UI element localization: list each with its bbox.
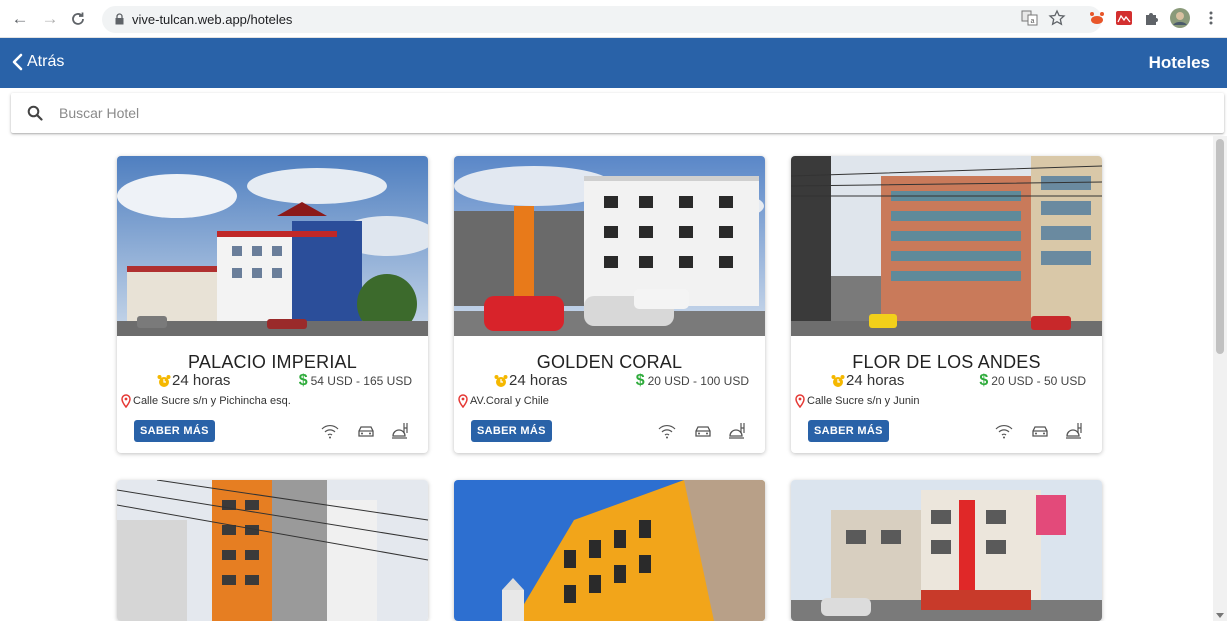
location-pin-icon xyxy=(795,394,805,408)
room-service-icon xyxy=(1066,423,1082,439)
wifi-icon xyxy=(995,425,1013,439)
price-text: 20 USD - 100 USD xyxy=(647,374,749,388)
hotel-address: Calle Sucre s/n y Junin xyxy=(795,394,920,408)
alarm-clock-icon xyxy=(494,374,508,387)
hotel-photo[interactable] xyxy=(117,480,428,621)
hotel-hours: 24 horas xyxy=(831,372,904,389)
alarm-clock-icon xyxy=(157,374,171,387)
hotel-name: GOLDEN CORAL xyxy=(536,352,683,372)
hotel-card[interactable] xyxy=(454,480,765,621)
price-text: 54 USD - 165 USD xyxy=(310,374,412,388)
hotel-photo[interactable] xyxy=(791,480,1102,621)
dollar-icon: $ xyxy=(635,372,645,389)
location-pin-icon xyxy=(121,394,131,408)
hotel-card[interactable] xyxy=(791,480,1102,621)
hotel-name: PALACIO IMPERIAL xyxy=(188,352,357,372)
hotel-price: $ 20 USD - 50 USD xyxy=(979,372,1086,390)
app-header: Atrás Hoteles xyxy=(0,38,1227,88)
hotel-price: $ 54 USD - 165 USD xyxy=(299,372,412,390)
wifi-icon xyxy=(321,425,339,439)
extension-crab-icon[interactable] xyxy=(1088,9,1106,27)
car-icon xyxy=(1032,426,1048,437)
svg-text:a: a xyxy=(1031,18,1035,25)
search-input[interactable] xyxy=(59,101,959,125)
dollar-icon: $ xyxy=(298,372,308,389)
back-label: Atrás xyxy=(27,53,65,70)
hotel-hours: 24 horas xyxy=(494,372,567,389)
address-text: AV.Coral y Chile xyxy=(470,395,549,407)
hotel-card[interactable]: FLOR DE LOS ANDES 24 horas $ 20 USD - 50… xyxy=(791,156,1102,453)
hotel-address: AV.Coral y Chile xyxy=(458,394,549,408)
profile-avatar-icon[interactable] xyxy=(1170,8,1190,28)
scrollbar[interactable] xyxy=(1213,136,1227,621)
back-arrow-icon[interactable]: ← xyxy=(10,9,30,29)
hotel-hours: 24 horas xyxy=(157,372,230,389)
hotel-photo[interactable] xyxy=(117,156,428,336)
hotel-photo[interactable] xyxy=(454,156,765,336)
hotel-card[interactable]: PALACIO IMPERIAL 24 horas $ 54 USD - 165… xyxy=(117,156,428,453)
menu-dots-icon[interactable] xyxy=(1202,9,1220,27)
room-service-icon xyxy=(392,423,408,439)
address-text: Calle Sucre s/n y Pichincha esq. xyxy=(133,395,291,407)
car-icon xyxy=(695,426,711,437)
hours-text: 24 horas xyxy=(172,372,231,389)
forward-arrow-icon[interactable]: → xyxy=(40,9,60,29)
alarm-clock-icon xyxy=(831,374,845,387)
dollar-icon: $ xyxy=(979,372,989,389)
search-icon[interactable] xyxy=(27,105,43,121)
scroll-down-arrow-icon[interactable] xyxy=(1216,613,1224,618)
reload-icon[interactable] xyxy=(68,9,88,29)
room-service-icon xyxy=(729,423,745,439)
address-bar[interactable]: vive-tulcan.web.app/hoteles xyxy=(102,6,1102,33)
hotel-name: FLOR DE LOS ANDES xyxy=(852,352,1041,372)
hotel-address: Calle Sucre s/n y Pichincha esq. xyxy=(121,394,291,408)
hotel-price: $ 20 USD - 100 USD xyxy=(636,372,749,390)
back-button[interactable]: Atrás xyxy=(12,53,64,71)
hours-text: 24 horas xyxy=(846,372,905,389)
scrollbar-thumb[interactable] xyxy=(1216,139,1224,354)
bookmark-star-icon[interactable] xyxy=(1048,9,1066,27)
browser-toolbar: ← → vive-tulcan.web.app/hoteles a xyxy=(0,0,1227,38)
translate-icon[interactable]: a xyxy=(1021,9,1039,27)
saber-mas-button[interactable]: SABER MÁS xyxy=(134,420,215,442)
car-icon xyxy=(358,426,374,437)
extension-red-icon[interactable] xyxy=(1115,9,1133,27)
hotel-photo[interactable] xyxy=(454,480,765,621)
lock-icon xyxy=(115,13,124,25)
saber-mas-button[interactable]: SABER MÁS xyxy=(808,420,889,442)
hotel-card[interactable] xyxy=(117,480,428,621)
hotel-card[interactable]: GOLDEN CORAL 24 horas $ 20 USD - 100 USD… xyxy=(454,156,765,453)
saber-mas-button[interactable]: SABER MÁS xyxy=(471,420,552,442)
wifi-icon xyxy=(658,425,676,439)
address-text: Calle Sucre s/n y Junin xyxy=(807,395,920,407)
page-title: Hoteles xyxy=(1148,53,1210,72)
extensions-puzzle-icon[interactable] xyxy=(1143,9,1161,27)
price-text: 20 USD - 50 USD xyxy=(991,374,1086,388)
location-pin-icon xyxy=(458,394,468,408)
chevron-left-icon xyxy=(12,53,23,71)
hotel-photo[interactable] xyxy=(791,156,1102,336)
url-text: vive-tulcan.web.app/hoteles xyxy=(132,12,293,27)
search-bar xyxy=(11,93,1224,133)
hours-text: 24 horas xyxy=(509,372,568,389)
